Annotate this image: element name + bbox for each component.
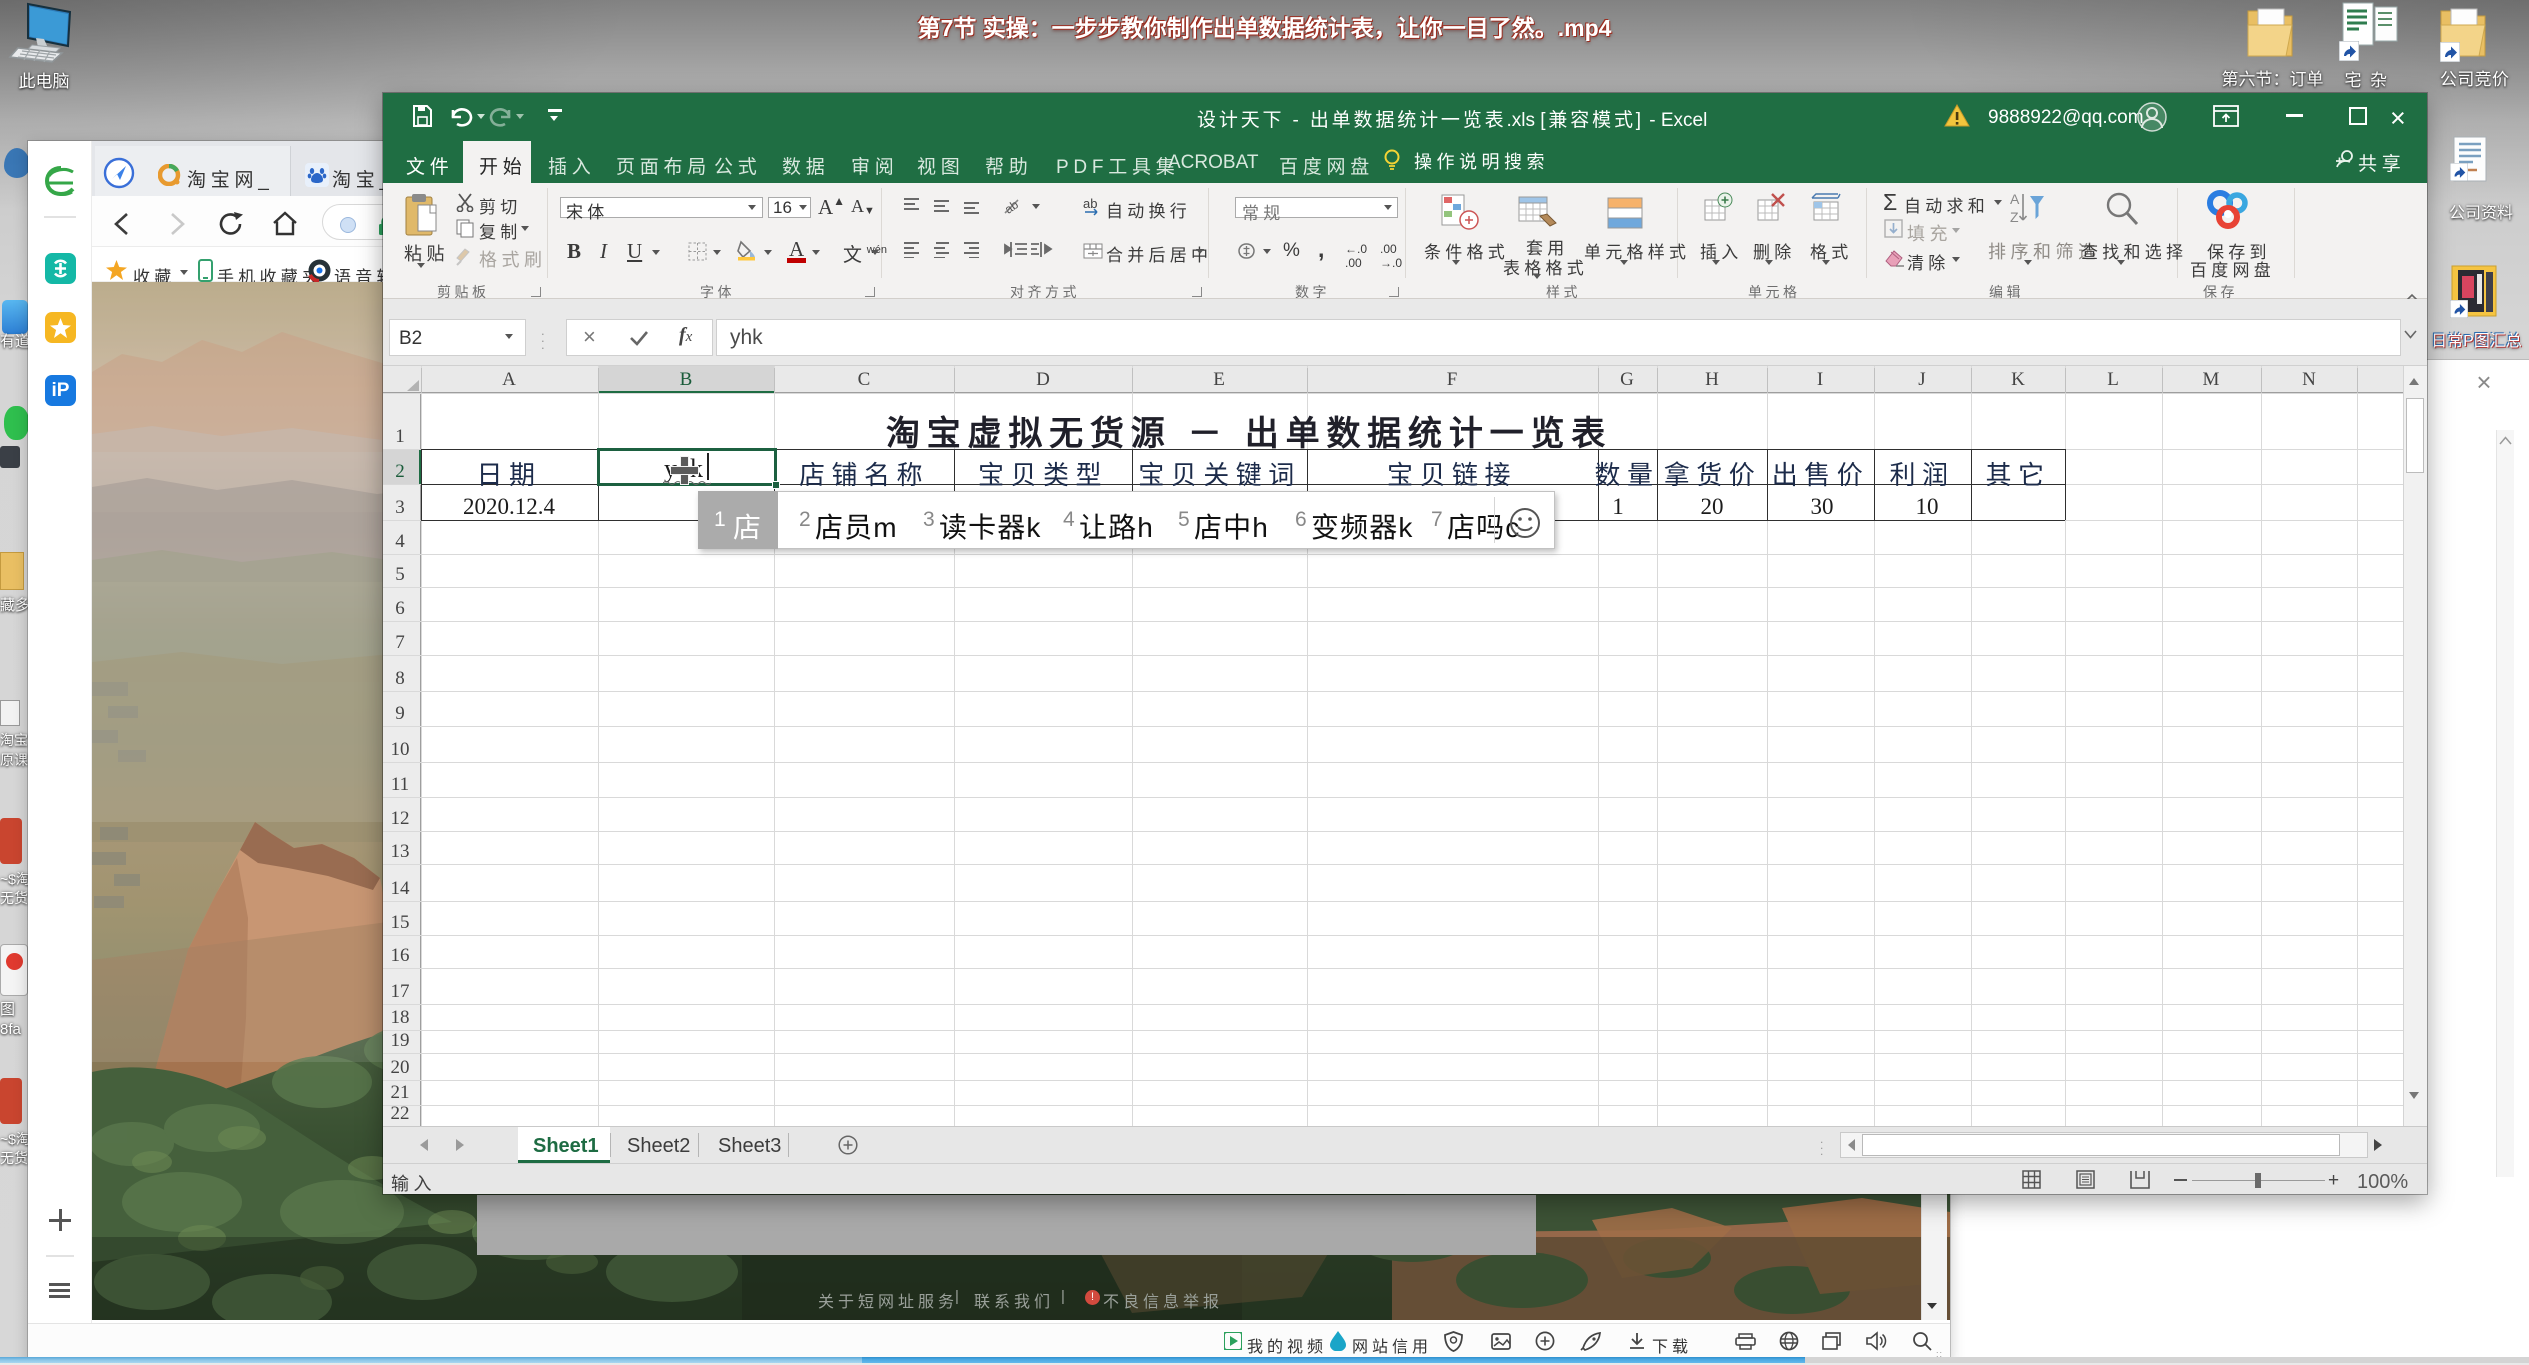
- svg-text:Z: Z: [2010, 209, 2019, 225]
- svg-text:ab: ab: [1083, 196, 1097, 211]
- svg-text:A: A: [2010, 191, 2020, 207]
- svg-text:ab: ab: [1002, 197, 1021, 216]
